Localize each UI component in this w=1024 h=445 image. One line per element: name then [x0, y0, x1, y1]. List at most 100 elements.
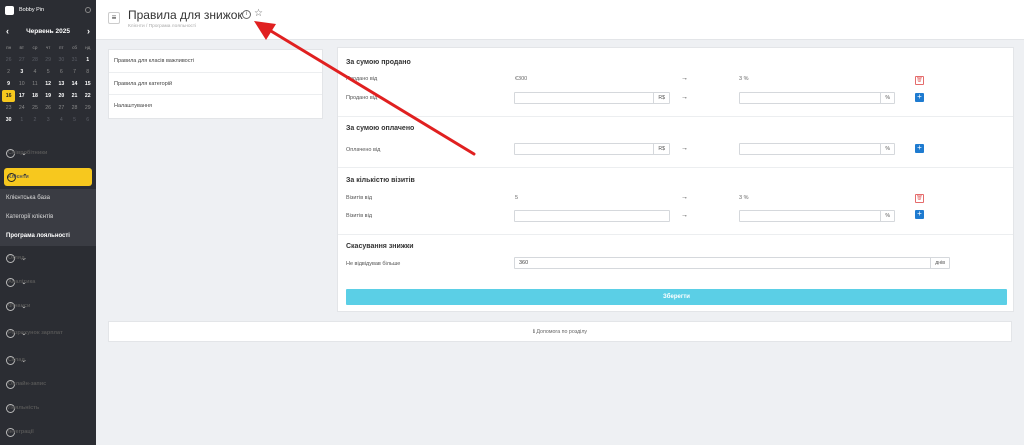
calendar-day[interactable]: 11	[28, 78, 41, 90]
delete-rule-button[interactable]: 🗑	[915, 194, 924, 203]
calendar-day[interactable]: 30	[55, 54, 68, 66]
rules-item-settings[interactable]: Налаштування	[109, 95, 322, 118]
cancel-label: Не відвідував більше	[346, 261, 401, 267]
page-header: ≡ Правила для знижок i ☆ Клієнти / Прогр…	[96, 0, 1024, 40]
sidebar-item-label: Лояльність	[8, 405, 40, 411]
calendar-day[interactable]: 6	[81, 114, 94, 126]
save-button[interactable]: Зберегти	[346, 289, 1007, 305]
paid-discount-input[interactable]: %	[739, 143, 895, 155]
arrow-icon: →	[681, 94, 688, 101]
submenu-item-client-base[interactable]: Клієнтська база	[0, 189, 96, 208]
rules-item-importance[interactable]: Правила для класів важливості	[109, 50, 322, 73]
visits-from-input[interactable]	[514, 210, 670, 222]
calendar-day[interactable]: 31	[68, 54, 81, 66]
sidebar-item-staff[interactable]: Співробітники ⌄	[0, 141, 96, 165]
brand[interactable]: Bobby Pin	[0, 0, 96, 20]
menu-toggle-button[interactable]: ≡	[108, 12, 120, 24]
info-icon[interactable]: i	[242, 10, 251, 19]
sidebar-item-overview[interactable]: Огляд ⌄	[0, 246, 96, 270]
calendar-day[interactable]: 4	[55, 114, 68, 126]
calendar-day[interactable]: 24	[15, 102, 28, 114]
calendar-day[interactable]: 3	[15, 66, 28, 78]
calendar-day[interactable]: 20	[55, 90, 68, 102]
paid-from-input[interactable]: R$	[514, 143, 670, 155]
calendar-day[interactable]: 14	[68, 78, 81, 90]
calendar-day[interactable]: 19	[42, 90, 55, 102]
calendar-day[interactable]: 10	[15, 78, 28, 90]
calendar-day[interactable]: 15	[81, 78, 94, 90]
sidebar-item-warehouse[interactable]: Склад ⌄	[0, 348, 96, 372]
calendar-day[interactable]: 1	[15, 114, 28, 126]
calendar-day[interactable]: 7	[68, 66, 81, 78]
cancel-days-input[interactable]: 360 днів	[514, 257, 950, 269]
sidebar-item-label: Інтеграції	[8, 429, 34, 435]
calendar-day[interactable]: 2	[28, 114, 41, 126]
calendar-day[interactable]: 6	[55, 66, 68, 78]
help-link[interactable]: ℹ Допомога по розділу	[108, 321, 1012, 342]
sidebar-item-integrations[interactable]: Інтеграції	[0, 420, 96, 444]
calendar-day[interactable]: 26	[42, 102, 55, 114]
breadcrumb[interactable]: Клієнти / Програма лояльності	[128, 24, 196, 29]
paid-label: Оплачено від	[346, 147, 381, 153]
calendar-day[interactable]: 16	[2, 90, 16, 102]
sidebar-item-payroll[interactable]: Розрахунок зарплат ⌄	[0, 318, 96, 348]
calendar-day[interactable]: 28	[28, 54, 41, 66]
clients-submenu: Клієнтська база Категорії клієнтів Прогр…	[0, 189, 96, 246]
calendar-grid: пн вт ср чт пт сб нд 26 27 28 29 30 31 1 2 3 4 5 6 7 8 9 10 11 1…	[0, 42, 96, 126]
page-title: Правила для знижок	[128, 8, 243, 22]
prev-month-icon[interactable]: ‹	[6, 26, 9, 36]
star-icon[interactable]: ☆	[254, 8, 263, 19]
add-rule-button[interactable]: +	[915, 144, 924, 153]
sold-label: Продано від	[346, 95, 378, 101]
divider	[338, 234, 1013, 235]
calendar-day[interactable]: 5	[42, 66, 55, 78]
sidebar-item-label: Огляд	[8, 255, 25, 261]
notification-icon[interactable]	[85, 7, 91, 13]
calendar-day[interactable]: 21	[68, 90, 81, 102]
calendar-day[interactable]: 28	[68, 102, 81, 114]
sidebar-item-clients[interactable]: Клієнти ⌃	[4, 168, 92, 186]
calendar-day[interactable]: 18	[28, 90, 41, 102]
sidebar-item-online-booking[interactable]: Онлайн-запис	[0, 372, 96, 396]
sidebar: Bobby Pin ‹ Червень 2025 › пн вт ср чт пт сб н…	[0, 0, 96, 445]
calendar-day[interactable]: 25	[28, 102, 41, 114]
calendar-day[interactable]: 2	[2, 66, 15, 78]
sidebar-item-analytics[interactable]: Аналітика ⌄	[0, 270, 96, 294]
calendar-day[interactable]: 17	[15, 90, 28, 102]
calendar-day[interactable]: 3	[42, 114, 55, 126]
calendar-day[interactable]: 29	[42, 54, 55, 66]
calendar-day[interactable]: 12	[42, 78, 55, 90]
sold-discount-input[interactable]: %	[739, 92, 895, 104]
calendar-day[interactable]: 9	[2, 78, 15, 90]
calendar-day[interactable]: 22	[81, 90, 94, 102]
calendar-day[interactable]: 23	[2, 102, 15, 114]
next-month-icon[interactable]: ›	[87, 26, 90, 36]
sold-from-input[interactable]: R$	[514, 92, 670, 104]
sidebar-item-finance[interactable]: Фінанси ⌄	[0, 294, 96, 318]
arrow-icon: →	[681, 145, 688, 152]
calendar-day[interactable]: 27	[55, 102, 68, 114]
sidebar-item-loyalty[interactable]: Лояльність	[0, 396, 96, 420]
days-suffix: днів	[930, 258, 949, 268]
calendar-day[interactable]: 29	[81, 102, 94, 114]
calendar-day[interactable]: 4	[28, 66, 41, 78]
add-rule-button[interactable]: +	[915, 93, 924, 102]
rules-item-categories[interactable]: Правила для категорій	[109, 73, 322, 95]
submenu-item-loyalty-program[interactable]: Програма лояльності	[0, 227, 96, 246]
percent-suffix: %	[880, 144, 894, 154]
calendar-weekday: ср	[32, 45, 38, 50]
calendar-day[interactable]: 30	[2, 114, 15, 126]
calendar-day[interactable]: 5	[68, 114, 81, 126]
visits-discount-input[interactable]: %	[739, 210, 895, 222]
calendar-day[interactable]: 13	[55, 78, 68, 90]
calendar-day[interactable]: 27	[15, 54, 28, 66]
submenu-item-client-categories[interactable]: Категорії клієнтів	[0, 208, 96, 227]
sidebar-item-label: Склад	[8, 357, 25, 363]
calendar-day[interactable]: 8	[81, 66, 94, 78]
visits-label: Візитів від	[346, 213, 373, 219]
calendar-day[interactable]: 1	[81, 54, 94, 66]
add-rule-button[interactable]: +	[915, 210, 924, 219]
delete-rule-button[interactable]: 🗑	[915, 76, 924, 85]
calendar-day[interactable]: 26	[2, 54, 15, 66]
info-icon: ℹ	[532, 329, 535, 335]
